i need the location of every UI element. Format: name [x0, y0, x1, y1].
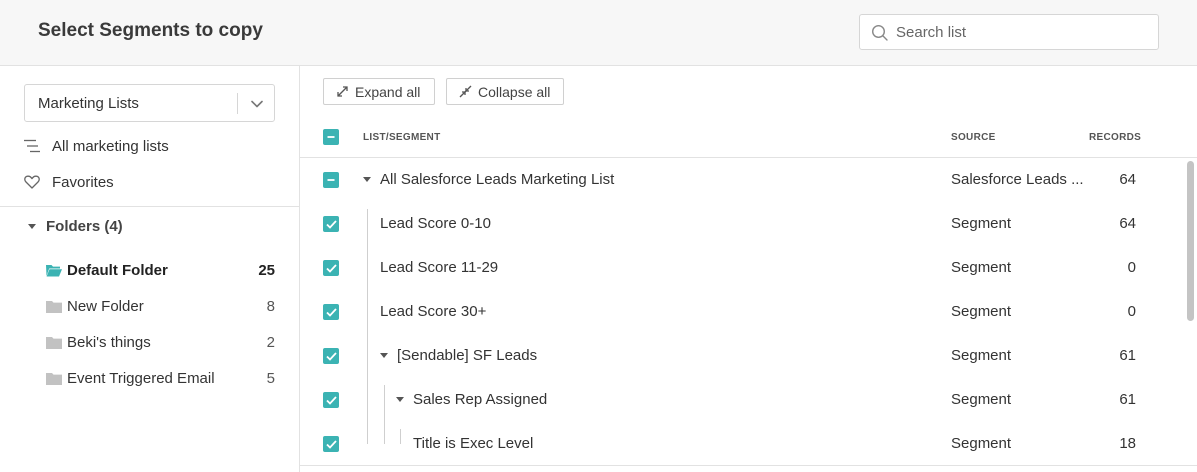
page-title: Select Segments to copy [38, 20, 263, 41]
search-box[interactable] [859, 14, 1159, 50]
vertical-scrollbar[interactable] [1187, 161, 1194, 321]
row-name: Sales Rep Assigned [413, 391, 548, 408]
row-source: Salesforce Leads ... [951, 171, 1084, 188]
sidebar-divider [0, 206, 299, 207]
folder-name: Default Folder [67, 261, 168, 279]
row-name: All Salesforce Leads Marketing List [380, 171, 615, 188]
row-checkbox[interactable] [323, 436, 339, 452]
sidebar-folder-default-folder[interactable]: Default Folder 25 [46, 258, 275, 282]
indeterminate-icon [327, 136, 335, 138]
row-checkbox[interactable] [323, 348, 339, 364]
table-row[interactable]: Lead Score 11-29 Segment 0 [300, 246, 1184, 290]
dialog-header: Select Segments to copy [0, 0, 1197, 66]
indeterminate-icon [327, 179, 335, 181]
folder-count: 5 [266, 369, 275, 387]
heart-icon [24, 175, 52, 189]
row-source: Segment [951, 215, 1012, 232]
caret-down-icon[interactable] [363, 176, 371, 183]
table-bottom-border [300, 465, 1197, 466]
row-name: Lead Score 0-10 [380, 215, 491, 232]
row-name: Lead Score 30+ [380, 303, 487, 320]
sidebar-folder-bekis-things[interactable]: Beki's things 2 [46, 330, 275, 354]
folder-icon [46, 300, 67, 313]
checkmark-icon [325, 395, 337, 405]
sidebar-item-label: All marketing lists [52, 137, 169, 155]
list-type-dropdown[interactable]: Marketing Lists [24, 84, 275, 122]
collapse-icon [459, 85, 472, 98]
sidebar: Marketing Lists All marketing lists Favo… [0, 66, 300, 472]
table-row[interactable]: Sales Rep Assigned Segment 61 [300, 378, 1184, 422]
row-name: Title is Exec Level [413, 435, 534, 452]
column-header-name: LIST/SEGMENT [363, 132, 441, 143]
collapse-all-button[interactable]: Collapse all [446, 78, 564, 105]
row-source: Segment [951, 259, 1012, 276]
column-header-records: RECORDS [1089, 132, 1142, 143]
dropdown-selected-value: Marketing Lists [38, 95, 139, 112]
sidebar-folder-new-folder[interactable]: New Folder 8 [46, 294, 275, 318]
sidebar-folder-event-triggered-email[interactable]: Event Triggered Email 5 [46, 366, 275, 390]
folder-count: 8 [266, 297, 275, 315]
folder-icon [46, 336, 67, 349]
row-source: Segment [951, 347, 1012, 364]
folder-name: New Folder [67, 297, 144, 315]
sidebar-item-label: Favorites [52, 173, 114, 191]
row-source: Segment [951, 435, 1012, 452]
column-header-source: SOURCE [951, 132, 996, 143]
chevron-down-icon[interactable] [249, 96, 265, 112]
expand-icon [337, 86, 348, 97]
checkmark-icon [325, 351, 337, 361]
row-source: Segment [951, 391, 1012, 408]
caret-down-icon [28, 223, 36, 229]
row-checkbox[interactable] [323, 260, 339, 276]
table-row[interactable]: Title is Exec Level Segment 18 [300, 422, 1184, 466]
checkmark-icon [325, 219, 337, 229]
expand-all-button[interactable]: Expand all [323, 78, 435, 105]
row-records: 18 [1119, 435, 1136, 452]
row-records: 64 [1119, 171, 1136, 188]
search-input[interactable] [896, 21, 1146, 43]
row-source: Segment [951, 303, 1012, 320]
list-icon [24, 139, 52, 153]
checkmark-icon [325, 263, 337, 273]
row-checkbox[interactable] [323, 304, 339, 320]
row-records: 61 [1119, 347, 1136, 364]
folder-count: 2 [266, 333, 275, 351]
row-records: 64 [1119, 215, 1136, 232]
row-checkbox[interactable] [323, 216, 339, 232]
sidebar-item-all-marketing-lists[interactable]: All marketing lists [24, 134, 169, 158]
row-records: 0 [1127, 303, 1136, 320]
row-checkbox[interactable] [323, 172, 339, 188]
expand-all-label: Expand all [355, 83, 421, 100]
table-row[interactable]: [Sendable] SF Leads Segment 61 [300, 334, 1184, 378]
row-records: 0 [1127, 259, 1136, 276]
dropdown-separator [237, 93, 238, 114]
folder-count: 25 [258, 261, 275, 279]
sidebar-item-favorites[interactable]: Favorites [24, 170, 114, 194]
row-checkbox[interactable] [323, 392, 339, 408]
caret-down-icon[interactable] [396, 396, 404, 403]
folder-name: Beki's things [67, 333, 151, 351]
collapse-all-label: Collapse all [478, 83, 551, 100]
main-panel: Expand all Collapse all LIST/SEGMENT SOU… [300, 66, 1197, 472]
checkmark-icon [325, 307, 337, 317]
select-all-checkbox[interactable] [323, 129, 339, 145]
folder-open-icon [46, 264, 67, 277]
folder-name: Event Triggered Email [67, 369, 215, 387]
folders-toggle[interactable]: Folders (4) [28, 218, 123, 235]
checkmark-icon [325, 439, 337, 449]
folder-icon [46, 372, 67, 385]
table-row[interactable]: Lead Score 0-10 Segment 64 [300, 202, 1184, 246]
table-header: LIST/SEGMENT SOURCE RECORDS [300, 124, 1197, 158]
row-name: Lead Score 11-29 [380, 259, 499, 276]
table-row[interactable]: All Salesforce Leads Marketing List Sale… [300, 158, 1184, 202]
row-records: 61 [1119, 391, 1136, 408]
table-row[interactable]: Lead Score 30+ Segment 0 [300, 290, 1184, 334]
caret-down-icon[interactable] [380, 352, 388, 359]
row-name: [Sendable] SF Leads [397, 347, 538, 364]
folders-heading: Folders (4) [46, 218, 123, 235]
search-icon [871, 24, 888, 41]
